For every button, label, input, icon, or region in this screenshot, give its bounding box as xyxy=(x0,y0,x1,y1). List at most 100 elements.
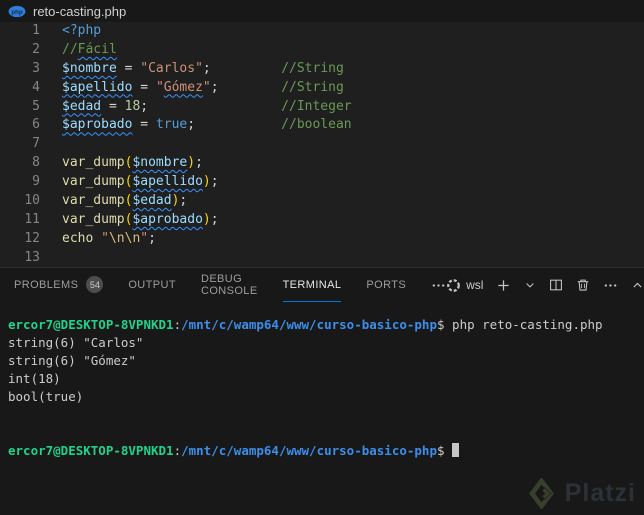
terminal-line: string(6) "Carlos" xyxy=(8,334,644,352)
code-line[interactable]: 12 echo "\n\n"; xyxy=(0,230,644,249)
code-token: var_dump xyxy=(62,193,125,209)
terminal-actions: wsl xyxy=(446,278,644,293)
code-line[interactable]: 11 var_dump($aprobado); xyxy=(0,211,644,230)
code-text: var_dump($apellido); xyxy=(40,173,219,192)
panel-tab-label: DEBUG CONSOLE xyxy=(200,272,258,297)
code-line[interactable]: 10 var_dump($edad); xyxy=(0,192,644,211)
ellipsis-icon[interactable] xyxy=(603,278,618,293)
code-token: echo xyxy=(62,230,94,246)
panel-tab-ports[interactable]: PORTS xyxy=(366,268,406,302)
chevron-down-icon[interactable] xyxy=(524,279,536,291)
php-file-icon: php xyxy=(8,5,26,18)
code-line[interactable]: 8 var_dump($nombre); xyxy=(0,154,644,173)
trash-icon[interactable] xyxy=(576,278,590,292)
terminal-line: ercor7@DESKTOP-8VPNKD1:/mnt/c/wamp64/www… xyxy=(8,442,644,460)
terminal-text: $ xyxy=(436,443,445,458)
code-text: $apellido = "Gómez"; //String xyxy=(40,79,344,98)
code-token: = xyxy=(116,60,141,76)
line-number: 2 xyxy=(32,41,40,57)
code-line[interactable]: 5 $edad = 18; //Integer xyxy=(0,98,644,117)
line-number: 7 xyxy=(32,136,40,152)
terminal-cursor xyxy=(452,443,460,457)
code-token: ; xyxy=(140,98,149,114)
line-number: 8 xyxy=(32,155,40,171)
code-text: $aprobado = true; //boolean xyxy=(40,116,352,135)
code-text: var_dump($edad); xyxy=(40,192,187,211)
code-line[interactable]: 3 $nombre = "Carlos"; //String xyxy=(0,60,644,79)
terminal-line: string(6) "Gómez" xyxy=(8,352,644,370)
line-number: 4 xyxy=(32,79,40,95)
panel-tab-problems[interactable]: PROBLEMS 54 xyxy=(14,268,104,302)
panel-tab-output[interactable]: OUTPUT xyxy=(128,268,176,302)
code-token: 18 xyxy=(124,98,141,114)
code-token: = xyxy=(132,117,156,133)
code-line[interactable]: 4 $apellido = "Gómez"; //String xyxy=(0,79,644,98)
code-line[interactable]: 7 xyxy=(0,135,644,154)
terminal-text: $ xyxy=(436,317,445,332)
svg-text:php: php xyxy=(11,8,23,15)
terminal-text: string(6) "Gómez" xyxy=(8,353,136,368)
terminal-text: : xyxy=(173,317,182,332)
code-token: " xyxy=(140,230,149,246)
code-line[interactable]: 13 xyxy=(0,249,644,267)
code-token: ; xyxy=(210,174,219,190)
code-token: ; xyxy=(187,117,196,133)
code-line[interactable]: 9 var_dump($apellido); xyxy=(0,173,644,192)
code-token: var_dump xyxy=(62,174,125,190)
panel-tab-debug-console[interactable]: DEBUG CONSOLE xyxy=(201,268,258,302)
code-token: $nombre xyxy=(132,155,188,171)
terminal-text: : xyxy=(173,443,182,458)
ellipsis-icon[interactable] xyxy=(431,278,446,293)
code-token: "Carlos" xyxy=(140,60,203,76)
line-number: 9 xyxy=(32,174,40,190)
terminal-output[interactable]: ercor7@DESKTOP-8VPNKD1:/mnt/c/wamp64/www… xyxy=(8,316,644,515)
terminal-text: ercor7@DESKTOP-8VPNKD1 xyxy=(8,443,174,458)
code-token: ) xyxy=(187,155,196,171)
code-token: $edad xyxy=(132,193,172,209)
code-token: Fácil xyxy=(77,41,117,57)
code-token: $apellido xyxy=(62,79,133,95)
code-line[interactable]: 6 $aprobado = true; //boolean xyxy=(0,116,644,135)
code-token: //String xyxy=(281,60,344,76)
shell-name-label: wsl xyxy=(466,278,484,292)
terminal-text: /mnt/c/wamp64/www/curso-basico-php xyxy=(181,443,437,458)
shell-indicator-icon[interactable] xyxy=(446,278,461,293)
code-text: //Fácil xyxy=(40,41,117,60)
code-line[interactable]: 2//Fácil xyxy=(0,41,644,60)
code-line[interactable]: 1 <?php xyxy=(0,22,644,41)
code-token: Gómez xyxy=(163,79,203,95)
line-number: 10 xyxy=(24,193,40,209)
code-token: //boolean xyxy=(281,117,352,133)
code-text: var_dump($nombre); xyxy=(40,154,203,173)
editor-tab[interactable]: php reto-casting.php xyxy=(0,0,644,22)
chevron-up-icon[interactable] xyxy=(631,279,644,292)
bottom-panel: PROBLEMS 54 OUTPUT DEBUG CONSOLE TERMINAL POR… xyxy=(0,267,644,515)
code-token: ) xyxy=(202,174,211,190)
code-token: ; xyxy=(179,193,188,209)
code-token: ; xyxy=(202,60,211,76)
code-token: ; xyxy=(210,211,219,227)
code-token: = xyxy=(101,98,125,114)
terminal-shell-selector[interactable]: wsl xyxy=(446,278,483,293)
terminal-text: bool(true) xyxy=(8,389,84,404)
code-editor[interactable]: 1 <?php 2//Fácil 3 $nombre = "Carlos"; //Str… xyxy=(0,22,644,267)
plus-icon[interactable] xyxy=(496,278,511,293)
split-terminal-icon[interactable] xyxy=(549,278,563,292)
code-token: var_dump xyxy=(62,211,125,227)
panel-tabbar: PROBLEMS 54 OUTPUT DEBUG CONSOLE TERMINAL POR… xyxy=(0,268,644,302)
line-number: 12 xyxy=(24,230,40,246)
code-token: $aprobado xyxy=(62,117,133,133)
code-token: //Integer xyxy=(281,98,352,114)
code-token: //String xyxy=(281,79,344,95)
line-number: 3 xyxy=(32,60,40,76)
panel-tab-terminal[interactable]: TERMINAL xyxy=(282,268,342,302)
terminal-line: bool(true) xyxy=(8,388,644,406)
panel-tab-label: PORTS xyxy=(366,278,407,291)
code-token: = xyxy=(132,79,156,95)
panel-tab-label: PROBLEMS xyxy=(14,278,79,291)
